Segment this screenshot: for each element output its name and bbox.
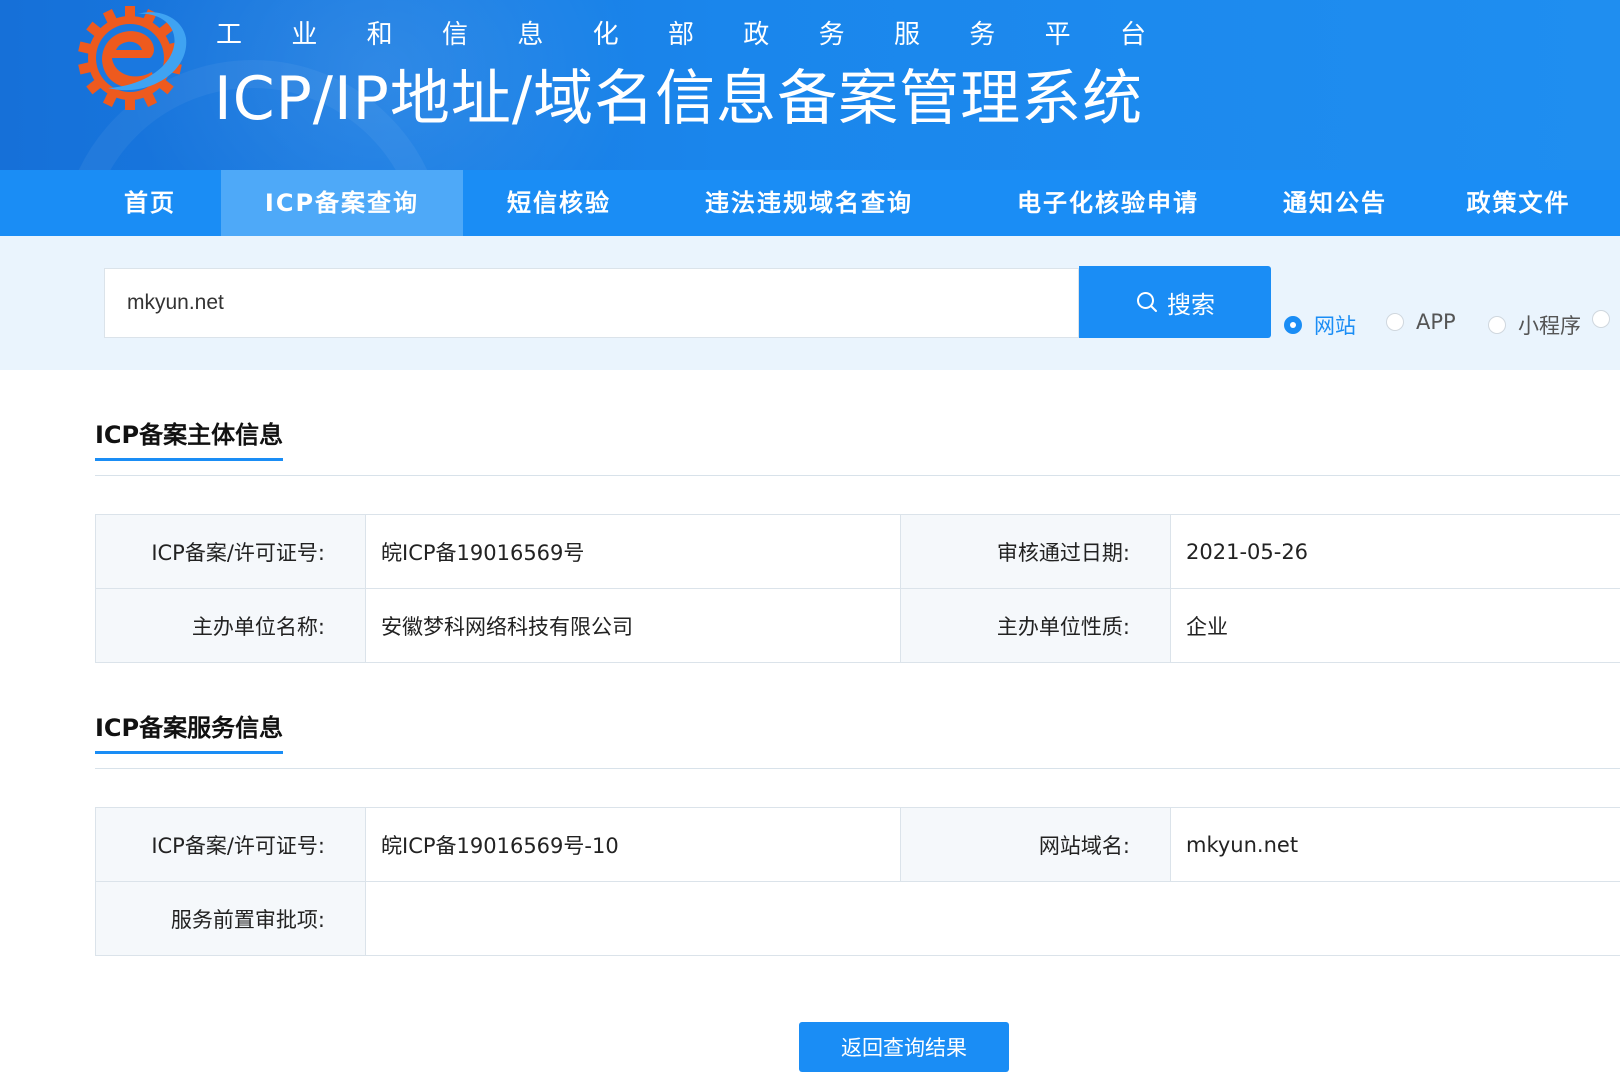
ministry-title-char: 台	[1119, 20, 1146, 50]
radio-label: APP	[1416, 310, 1456, 334]
value-service-license-no: 皖ICP备19016569号-10	[365, 807, 901, 882]
radio-website[interactable]: 网站	[1284, 310, 1356, 340]
ministry-title-char: 信	[441, 20, 468, 50]
value-organizer-name: 安徽梦科网络科技有限公司	[365, 588, 901, 663]
label-service-license-no: ICP备案/许可证号:	[95, 807, 366, 882]
ministry-title-char: 息	[517, 20, 544, 50]
ministry-title-char: 平	[1044, 20, 1071, 50]
ministry-title-char: 和	[366, 20, 393, 50]
nav-item-e-verify[interactable]: 电子化核验申请	[963, 170, 1253, 236]
table-row: ICP备案/许可证号: 皖ICP备19016569号-10 网站域名: mkyu…	[95, 807, 1620, 882]
ministry-title-char: 政	[743, 20, 770, 50]
radio-dot	[1488, 316, 1506, 334]
radio-label: 网站	[1314, 314, 1356, 338]
search-button-label: 搜索	[1167, 290, 1215, 319]
ministry-title-char: 工	[216, 20, 243, 50]
main-nav: 首页 ICP备案查询 短信核验 违法违规域名查询 电子化核验申请 通知公告 政策…	[0, 170, 1620, 236]
value-pre-approval	[365, 881, 1620, 956]
ministry-title-char: 服	[893, 20, 920, 50]
value-license-no: 皖ICP备19016569号	[365, 514, 901, 589]
search-input[interactable]	[104, 268, 1079, 338]
radio-quickapp[interactable]	[1592, 310, 1610, 328]
radio-dot	[1284, 316, 1302, 334]
subject-info-table: ICP备案/许可证号: 皖ICP备19016569号 审核通过日期: 2021-…	[95, 514, 1620, 663]
label-approval-date: 审核通过日期:	[900, 514, 1171, 589]
table-row: 主办单位名称: 安徽梦科网络科技有限公司 主办单位性质: 企业	[95, 588, 1620, 663]
table-row: ICP备案/许可证号: 皖ICP备19016569号 审核通过日期: 2021-…	[95, 514, 1620, 589]
label-license-no: ICP备案/许可证号:	[95, 514, 366, 589]
ministry-title: 工 业 和 信 息 化 部 政 务 服 务 平 台	[216, 14, 1146, 51]
value-organizer-type: 企业	[1170, 588, 1620, 663]
section-title-service: ICP备案服务信息	[95, 713, 284, 754]
label-pre-approval: 服务前置审批项:	[95, 881, 366, 956]
value-approval-date: 2021-05-26	[1170, 514, 1620, 589]
system-title: ICP/IP地址/域名信息备案管理系统	[214, 64, 1144, 134]
radio-dot	[1592, 310, 1610, 328]
service-info-table: ICP备案/许可证号: 皖ICP备19016569号-10 网站域名: mkyu…	[95, 807, 1620, 956]
search-button[interactable]: 搜索	[1079, 266, 1271, 338]
header-banner: 工 业 和 信 息 化 部 政 务 服 务 平 台 ICP/IP地址/域名信息备…	[0, 0, 1620, 170]
radio-app[interactable]: APP	[1386, 310, 1456, 334]
section-title-subject: ICP备案主体信息	[95, 420, 284, 461]
table-row: 服务前置审批项:	[95, 881, 1620, 956]
nav-item-policies[interactable]: 政策文件	[1417, 170, 1620, 236]
ministry-title-char: 务	[818, 20, 845, 50]
label-website-domain: 网站域名:	[900, 807, 1171, 882]
nav-item-sms-verify[interactable]: 短信核验	[463, 170, 655, 236]
ministry-title-char: 化	[592, 20, 619, 50]
value-website-domain: mkyun.net	[1170, 807, 1620, 882]
label-organizer-type: 主办单位性质:	[900, 588, 1171, 663]
radio-label: 小程序	[1518, 314, 1581, 338]
nav-item-illegal-domain[interactable]: 违法违规域名查询	[655, 170, 963, 236]
section-divider	[95, 475, 1620, 476]
ministry-title-char: 业	[291, 20, 318, 50]
section-divider	[95, 768, 1620, 769]
ministry-title-char: 务	[969, 20, 996, 50]
nav-item-home[interactable]: 首页	[90, 170, 210, 236]
nav-item-icp-query[interactable]: ICP备案查询	[221, 170, 463, 236]
radio-miniprogram[interactable]: 小程序	[1488, 310, 1581, 340]
ministry-title-char: 部	[667, 20, 694, 50]
back-to-results-button[interactable]: 返回查询结果	[799, 1022, 1009, 1072]
nav-item-notices[interactable]: 通知公告	[1253, 170, 1417, 236]
label-organizer-name: 主办单位名称:	[95, 588, 366, 663]
search-icon	[1137, 292, 1157, 312]
gear-e-logo-icon	[78, 6, 187, 110]
radio-dot	[1386, 313, 1404, 331]
search-area: 搜索 网站 APP 小程序	[0, 236, 1620, 370]
